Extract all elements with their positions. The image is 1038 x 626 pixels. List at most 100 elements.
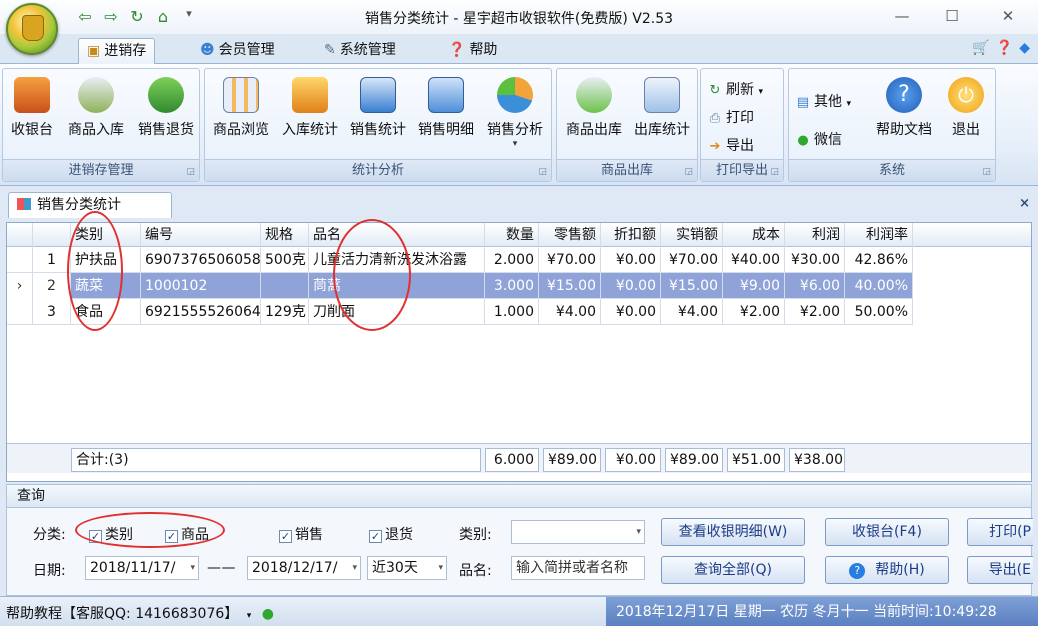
export-e-button[interactable]: 导出(E — [967, 556, 1033, 584]
books-icon — [292, 77, 328, 113]
cell-discount: ¥0.00 — [601, 247, 661, 273]
print-button[interactable]: ⎙ 打印 — [707, 107, 754, 127]
status-bar: 帮助教程【客服QQ: 1416683076】 ▾ ● 2018年12月17日 星… — [0, 596, 1038, 626]
exit-button[interactable]: ⏻ 退出 — [941, 77, 991, 139]
date-from-picker[interactable]: 2018/11/17/▾ — [85, 556, 199, 580]
chevron-down-icon: ▾ — [246, 611, 252, 621]
goods-checkbox[interactable]: ✓ 商品 — [165, 524, 209, 544]
category-select[interactable]: ▾ — [511, 520, 645, 544]
db-in-icon — [78, 77, 114, 113]
help-icon[interactable]: ❓ — [996, 40, 1013, 56]
header-marker — [7, 223, 33, 247]
refresh-icon: ↻ — [709, 83, 721, 98]
tab-member[interactable]: ☻ 会员管理 — [192, 38, 283, 64]
group-launcher-icon[interactable]: ◲ — [684, 167, 693, 177]
group-launcher-icon[interactable]: ◲ — [186, 167, 195, 177]
column-header[interactable]: 折扣额 — [601, 223, 661, 247]
query-all-button[interactable]: 查询全部(Q) — [661, 556, 805, 584]
column-header[interactable]: 数量 — [485, 223, 539, 247]
other-icon: ▤ — [796, 95, 810, 110]
column-header[interactable]: 成本 — [723, 223, 785, 247]
date-to-picker[interactable]: 2018/12/17/▾ — [247, 556, 361, 580]
tab-jxc[interactable]: ▣ 进销存 — [78, 38, 156, 65]
cell-code: 1000102 — [141, 273, 261, 299]
returns-checkbox[interactable]: ✓ 退货 — [369, 524, 413, 544]
sales-stats-button[interactable]: 销售统计 — [345, 77, 411, 139]
sales-checkbox[interactable]: ✓ 销售 — [279, 524, 323, 544]
total-profit: ¥38.00 — [789, 448, 845, 472]
view-pos-detail-button[interactable]: 查看收银明细(W) — [661, 518, 805, 546]
date-label: 日期: — [33, 563, 66, 579]
table-row[interactable]: 3 食品 6921555526064 129克 刀削面 1.000 ¥4.00 … — [7, 299, 913, 325]
row-number: 3 — [33, 299, 71, 325]
table-row-selected[interactable]: › 2 蔬菜 1000102 茼蒿 3.000 ¥15.00 ¥0.00 ¥15… — [7, 273, 913, 299]
cell-name: 刀削面 — [309, 299, 485, 325]
range-select[interactable]: 近30天 ▾ — [367, 556, 447, 580]
app-menu-orb[interactable] — [6, 3, 58, 55]
sales-analysis-button[interactable]: 销售分析 ▾ — [481, 77, 549, 149]
stock-out-stats-button[interactable]: 出库统计 — [629, 77, 695, 139]
wechat-icon[interactable]: ● — [262, 606, 274, 622]
classify-label: 分类: — [33, 527, 66, 543]
column-header[interactable]: 品名 — [309, 223, 485, 247]
sales-return-button[interactable]: 销售退货 — [133, 77, 199, 139]
refresh-button[interactable]: ↻ 刷新 ▾ — [707, 79, 763, 99]
table-row[interactable]: 1 护扶品 6907376506058 500克 儿童活力清新洗发沐浴露 2.0… — [7, 247, 913, 273]
row-number: 2 — [33, 273, 71, 299]
column-header[interactable]: 编号 — [141, 223, 261, 247]
sales-detail-button[interactable]: 销售明细 — [413, 77, 479, 139]
chevron-down-icon: ▾ — [846, 99, 851, 109]
cell-category: 护扶品 — [71, 247, 141, 273]
column-header[interactable]: 利润 — [785, 223, 845, 247]
group-launcher-icon[interactable]: ◲ — [770, 167, 779, 177]
query-panel-title: 查询 — [6, 484, 1032, 508]
column-header[interactable]: 利润率 — [845, 223, 913, 247]
help-h-button[interactable]: ? 帮助(H) — [825, 556, 949, 584]
goods-browse-button[interactable]: 商品浏览 — [209, 77, 273, 139]
minimize-button[interactable]: — — [880, 2, 924, 30]
close-doc-icon[interactable]: × — [1019, 196, 1030, 211]
chevron-down-icon: ▾ — [438, 563, 443, 573]
column-header[interactable]: 零售额 — [539, 223, 601, 247]
pos-f4-button[interactable]: 收银台(F4) — [825, 518, 949, 546]
sales-grid: 类别 编号 规格 品名 数量 零售额 折扣额 实销额 成本 利润 利润率 1 护… — [6, 211, 1032, 482]
skin-icon[interactable]: ◆ — [1019, 40, 1030, 56]
help-tutorial-link[interactable]: 帮助教程【客服QQ: 1416683076】 ▾ ● — [6, 603, 274, 623]
stock-out-button[interactable]: 商品出库 — [561, 77, 627, 139]
group-launcher-icon[interactable]: ◲ — [538, 167, 547, 177]
cell-category: 蔬菜 — [71, 273, 141, 299]
cart-icon[interactable]: 🛒 — [972, 40, 989, 56]
coin-icon — [22, 15, 44, 41]
help-doc-button[interactable]: ? 帮助文档 — [871, 77, 937, 139]
doc-tab-sales-category[interactable]: 销售分类统计 — [8, 192, 172, 218]
pos-button[interactable]: 收银台 — [7, 77, 57, 139]
cell-retail: ¥4.00 — [539, 299, 601, 325]
cell-cost: ¥2.00 — [723, 299, 785, 325]
group-jxc: 收银台 商品入库 销售退货 进销存管理 ◲ — [2, 68, 200, 182]
name-search-input[interactable]: 输入简拼或者名称 — [511, 556, 645, 580]
cell-retail: ¥70.00 — [539, 247, 601, 273]
column-header[interactable]: 类别 — [71, 223, 141, 247]
name-label: 品名: — [459, 563, 492, 579]
tab-system[interactable]: ✎ 系统管理 — [316, 38, 404, 64]
totals-row: 合计:(3) 6.000 ¥89.00 ¥0.00 ¥89.00 ¥51.00 … — [7, 443, 1031, 473]
export-button[interactable]: ➔ 导出 — [707, 135, 754, 155]
help-icon: ? — [849, 563, 866, 579]
column-header[interactable]: 实销额 — [661, 223, 723, 247]
wechat-button[interactable]: ● 微信 — [795, 129, 842, 149]
stock-in-stats-button[interactable]: 入库统计 — [277, 77, 343, 139]
group-launcher-icon[interactable]: ◲ — [982, 167, 991, 177]
other-button[interactable]: ▤ 其他 ▾ — [795, 91, 851, 111]
total-cost: ¥51.00 — [727, 448, 785, 472]
cell-discount: ¥0.00 — [601, 273, 661, 299]
group-out: 商品出库 出库统计 商品出库 ◲ — [556, 68, 698, 182]
pie-chart-icon — [497, 77, 533, 113]
tab-help[interactable]: ❓ 帮助 — [440, 38, 505, 64]
maximize-button[interactable]: ☐ — [930, 2, 974, 30]
print-p-button[interactable]: 打印(P — [967, 518, 1033, 546]
total-discount: ¥0.00 — [605, 448, 661, 472]
column-header[interactable]: 规格 — [261, 223, 309, 247]
close-button[interactable]: ✕ — [986, 2, 1030, 30]
stock-in-button[interactable]: 商品入库 — [63, 77, 129, 139]
category-checkbox[interactable]: ✓ 类别 — [89, 524, 133, 544]
